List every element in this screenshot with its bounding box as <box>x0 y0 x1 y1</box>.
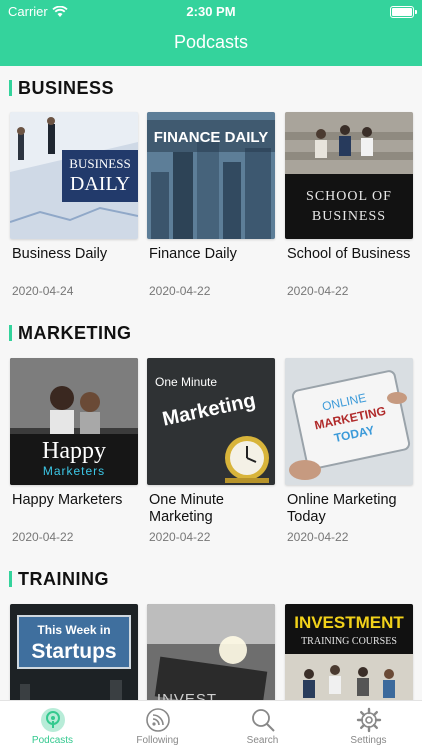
artwork-line: INVESTMENT <box>294 613 404 632</box>
tab-podcasts[interactable]: Podcasts <box>0 701 105 751</box>
artwork-line: BUSINESS <box>312 209 386 224</box>
podcast-artwork: INVEST <box>147 604 275 700</box>
section-title-marketing: MARKETING <box>9 323 132 347</box>
status-time: 2:30 PM <box>186 4 236 19</box>
artwork-line: Marketers <box>43 464 105 478</box>
artwork-line: BUSINESS <box>69 156 130 171</box>
tab-bar: Podcasts Following Search Settings <box>0 700 422 751</box>
artwork-line: Happy <box>42 438 106 464</box>
tab-following[interactable]: Following <box>105 701 210 751</box>
section-label: BUSINESS <box>18 78 115 98</box>
tab-label: Following <box>136 735 179 746</box>
battery-icon <box>390 6 417 18</box>
section-title-training: TRAINING <box>9 569 109 593</box>
status-bar: Carrier 2:30 PM <box>0 4 422 20</box>
podcast-date: 2020-04-22 <box>149 530 211 544</box>
podcast-title: Online Marketing Today <box>287 492 397 525</box>
tab-label: Podcasts <box>31 735 74 746</box>
podcast-date: 2020-04-22 <box>149 284 211 298</box>
podcast-title: School of Business <box>287 246 411 262</box>
artwork-line: FINANCE DAILY <box>154 129 268 146</box>
artwork-line: TRAINING COURSES <box>301 636 397 647</box>
artwork-line: One Minute <box>155 375 217 389</box>
artwork-line: SCHOOL OF <box>306 189 392 204</box>
podcast-title: Finance Daily <box>149 246 237 262</box>
podcast-date: 2020-04-24 <box>12 284 74 298</box>
tab-label: Search <box>246 735 279 746</box>
tab-search[interactable]: Search <box>210 701 315 751</box>
podcast-date: 2020-04-22 <box>287 530 349 544</box>
podcast-date: 2020-04-22 <box>12 530 74 544</box>
podcast-artwork: INVESTMENT TRAINING COURSES <box>285 604 413 700</box>
section-accent-bar <box>9 80 12 96</box>
podcast-artwork: BUSINESS DAILY <box>10 112 138 239</box>
podcast-artwork: One Minute Marketing <box>147 358 275 485</box>
section-accent-bar <box>9 571 12 587</box>
tab-settings[interactable]: Settings <box>316 701 421 751</box>
artwork-line: This Week in <box>37 623 110 637</box>
nav-header: Carrier 2:30 PM Podcasts <box>0 0 422 66</box>
gear-icon <box>356 707 382 733</box>
artwork-line: INVEST <box>157 691 217 700</box>
section-label: TRAINING <box>18 569 109 589</box>
artwork-line: DAILY <box>70 173 130 195</box>
podcast-artwork: Happy Marketers <box>10 358 138 485</box>
search-icon <box>250 707 276 733</box>
podcast-artwork: ONLINE MARKETING TODAY <box>285 358 413 485</box>
rss-icon <box>145 707 171 733</box>
podcast-title: Business Daily <box>12 246 108 262</box>
page-title: Podcasts <box>173 32 249 52</box>
podcast-title: Happy Marketers <box>12 492 123 508</box>
section-label: MARKETING <box>18 323 132 343</box>
section-accent-bar <box>9 325 12 341</box>
podcast-artwork: FINANCE DAILY <box>147 112 275 239</box>
tab-label: Settings <box>350 735 387 746</box>
podcast-artwork: This Week in Startups <box>10 604 138 700</box>
podcast-title: One Minute Marketing <box>149 492 224 525</box>
podcast-date: 2020-04-22 <box>287 284 349 298</box>
podcast-icon <box>40 707 66 733</box>
podcast-list[interactable]: BUSINESS BUSINESS DAILY Business Daily 2… <box>0 66 422 700</box>
artwork-line: Startups <box>31 640 116 663</box>
section-title-business: BUSINESS <box>9 78 114 102</box>
podcast-artwork: SCHOOL OF BUSINESS <box>285 112 413 239</box>
